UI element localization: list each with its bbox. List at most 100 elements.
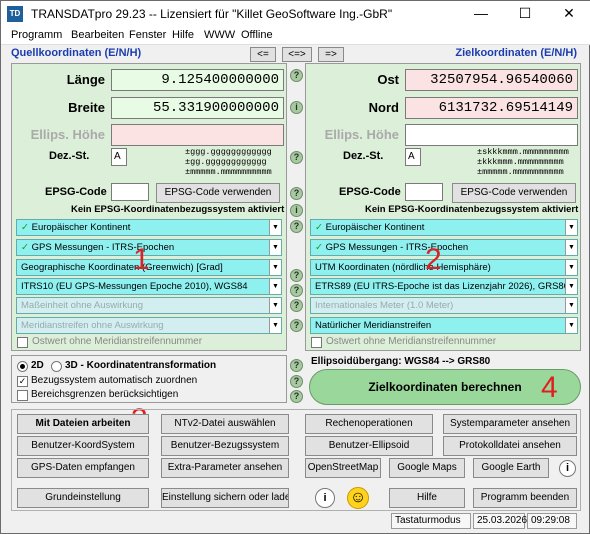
- files-button[interactable]: Mit Dateien arbeiten: [17, 414, 149, 434]
- target-dropdown-1[interactable]: ✓ Europäischer Kontinent ▼: [310, 219, 578, 236]
- protocol-button[interactable]: Protokolldatei ansehen: [443, 436, 577, 456]
- chevron-down-icon: ▼: [269, 318, 281, 333]
- auto-checkbox[interactable]: ✓: [17, 376, 28, 387]
- help-icon[interactable]: ?: [290, 390, 303, 403]
- menu-www[interactable]: WWW: [204, 29, 235, 41]
- swap-right-button[interactable]: =>: [318, 47, 344, 62]
- status-date: 25.03.2026: [473, 513, 527, 529]
- menu-offline[interactable]: Offline: [241, 29, 273, 41]
- close-button[interactable]: ✕: [547, 1, 590, 27]
- info-icon[interactable]: i: [290, 101, 303, 114]
- source-value-1[interactable]: 9.125400000000: [111, 69, 284, 91]
- target-dropdown-1-label: Europäischer Kontinent: [325, 222, 425, 233]
- radio-3d[interactable]: [51, 361, 62, 372]
- bereich-checkbox[interactable]: [17, 390, 28, 401]
- source-dez-label: Dez.-St.: [49, 150, 90, 162]
- source-epsg-input[interactable]: [111, 183, 149, 201]
- help-icon[interactable]: ?: [290, 375, 303, 388]
- help-icon[interactable]: ?: [290, 359, 303, 372]
- info-icon[interactable]: i: [290, 204, 303, 217]
- marker-2: 2: [425, 243, 442, 276]
- help-icon[interactable]: ?: [290, 187, 303, 200]
- exit-button[interactable]: Programm beenden: [473, 488, 577, 508]
- user-refsystem-button[interactable]: Benutzer-Bezugssystem: [161, 436, 289, 456]
- target-format-hint: ±skkkmmm.mmmmmmmmm ±kkkmmm.mmmmmmmmm ±mm…: [477, 147, 569, 177]
- target-epsg-button[interactable]: EPSG-Code verwenden: [452, 183, 576, 203]
- user-coordsystem-button[interactable]: Benutzer-KoordSystem: [17, 436, 149, 456]
- menu-bearbeiten[interactable]: Bearbeiten: [71, 29, 124, 41]
- ntv2-button[interactable]: NTv2-Datei auswählen: [161, 414, 289, 434]
- help-icon[interactable]: ?: [290, 151, 303, 164]
- chevron-down-icon: ▼: [269, 279, 281, 294]
- source-ostwert-checkbox[interactable]: [17, 337, 28, 348]
- google-earth-button[interactable]: Google Earth: [473, 458, 549, 478]
- target-ostwert-label: Ostwert ohne Meridianstreifennummer: [326, 336, 497, 347]
- chevron-down-icon: ▼: [565, 220, 577, 235]
- bereich-label: Bereichsgrenzen berücksichtigen: [31, 389, 179, 400]
- marker-4: 4: [541, 371, 558, 404]
- target-dropdown-5[interactable]: Internationales Meter (1.0 Meter) ▼: [310, 297, 578, 314]
- chevron-down-icon: ▼: [565, 279, 577, 294]
- check-icon: ✓: [21, 222, 29, 233]
- help-icon[interactable]: ?: [290, 299, 303, 312]
- target-dropdown-6[interactable]: Natürlicher Meridianstreifen ▼: [310, 317, 578, 334]
- info-icon[interactable]: i: [559, 460, 576, 477]
- menu-fenster[interactable]: Fenster: [129, 29, 166, 41]
- target-value-2[interactable]: 6131732.69514149: [405, 97, 578, 119]
- source-dropdown-1[interactable]: ✓ Europäischer Kontinent ▼: [16, 219, 282, 236]
- source-epsg-button[interactable]: EPSG-Code verwenden: [156, 183, 280, 203]
- system-params-button[interactable]: Systemparameter ansehen: [443, 414, 577, 434]
- maximize-button[interactable]: ☐: [503, 1, 547, 27]
- source-label-1: Länge: [66, 72, 105, 87]
- help-button[interactable]: Hilfe: [389, 488, 465, 508]
- radio-2d[interactable]: [17, 361, 28, 372]
- menu-hilfe[interactable]: Hilfe: [172, 29, 194, 41]
- grundeinstellung-button[interactable]: Grundeinstellung: [17, 488, 149, 508]
- source-dez-input[interactable]: A: [111, 148, 127, 166]
- target-label-2: Nord: [368, 100, 399, 115]
- target-header: Zielkoordinaten (E/N/H): [455, 47, 577, 59]
- info-icon[interactable]: i: [315, 488, 335, 508]
- target-epsg-label: EPSG-Code: [339, 186, 401, 198]
- target-value-3[interactable]: [405, 124, 578, 146]
- target-dropdown-2[interactable]: ✓ GPS Messungen - ITRS-Epochen ▼: [310, 239, 578, 256]
- save-settings-button[interactable]: Einstellung sichern oder laden: [161, 488, 289, 508]
- gps-receive-button[interactable]: GPS-Daten empfangen: [17, 458, 149, 478]
- source-value-3[interactable]: [111, 124, 284, 146]
- target-dropdown-6-label: Natürlicher Meridianstreifen: [315, 320, 432, 331]
- menu-bar: Programm Bearbeiten Fenster Hilfe WWW Of…: [1, 27, 590, 45]
- swap-left-button[interactable]: <=: [250, 47, 276, 62]
- target-ostwert-checkbox[interactable]: [311, 337, 322, 348]
- swap-both-button[interactable]: <=>: [282, 47, 312, 62]
- target-dropdown-3[interactable]: UTM Koordinaten (nördliche Hemisphäre) ▼: [310, 259, 578, 276]
- source-dropdown-1-label: Europäischer Kontinent: [31, 222, 131, 233]
- target-epsg-input[interactable]: [405, 183, 443, 201]
- target-value-1[interactable]: 32507954.96540060: [405, 69, 578, 91]
- extra-params-button[interactable]: Extra-Parameter ansehen: [161, 458, 289, 478]
- target-dropdown-4[interactable]: ETRS89 (EU ITRS-Epoche ist das Lizenzjah…: [310, 278, 578, 295]
- help-icon[interactable]: ?: [290, 69, 303, 82]
- minimize-button[interactable]: —: [459, 1, 503, 27]
- user-ellipsoid-button[interactable]: Benutzer-Ellipsoid: [305, 436, 433, 456]
- source-value-2[interactable]: 55.331900000000: [111, 97, 284, 119]
- help-icon[interactable]: ?: [290, 269, 303, 282]
- source-dropdown-4[interactable]: ITRS10 (EU GPS-Messungen Epoche 2010), W…: [16, 278, 282, 295]
- target-dez-input[interactable]: A: [405, 148, 421, 166]
- openstreetmap-button[interactable]: OpenStreetMap: [305, 458, 381, 478]
- source-label-3: Ellips. Höhe: [30, 127, 105, 142]
- help-icon[interactable]: ?: [290, 220, 303, 233]
- help-icon[interactable]: ?: [290, 319, 303, 332]
- menu-programm[interactable]: Programm: [11, 29, 62, 41]
- radio-2d-label: 2D: [31, 360, 44, 371]
- help-icon[interactable]: ?: [290, 284, 303, 297]
- target-dez-label: Dez.-St.: [343, 150, 384, 162]
- source-dropdown-5[interactable]: Maßeinheit ohne Auswirkung ▼: [16, 297, 282, 314]
- source-dropdown-6[interactable]: Meridianstreifen ohne Auswirkung ▼: [16, 317, 282, 334]
- google-maps-button[interactable]: Google Maps: [389, 458, 465, 478]
- smiley-icon[interactable]: ☺: [347, 487, 369, 509]
- chevron-down-icon: ▼: [565, 318, 577, 333]
- source-epsg-status: Kein EPSG-Koordinatenbezugssystem aktivi…: [71, 204, 285, 215]
- app-window: TD TRANSDATpro 29.23 -- Lizensiert für "…: [0, 0, 590, 534]
- operations-button[interactable]: Rechenoperationen: [305, 414, 433, 434]
- app-icon: TD: [7, 6, 23, 22]
